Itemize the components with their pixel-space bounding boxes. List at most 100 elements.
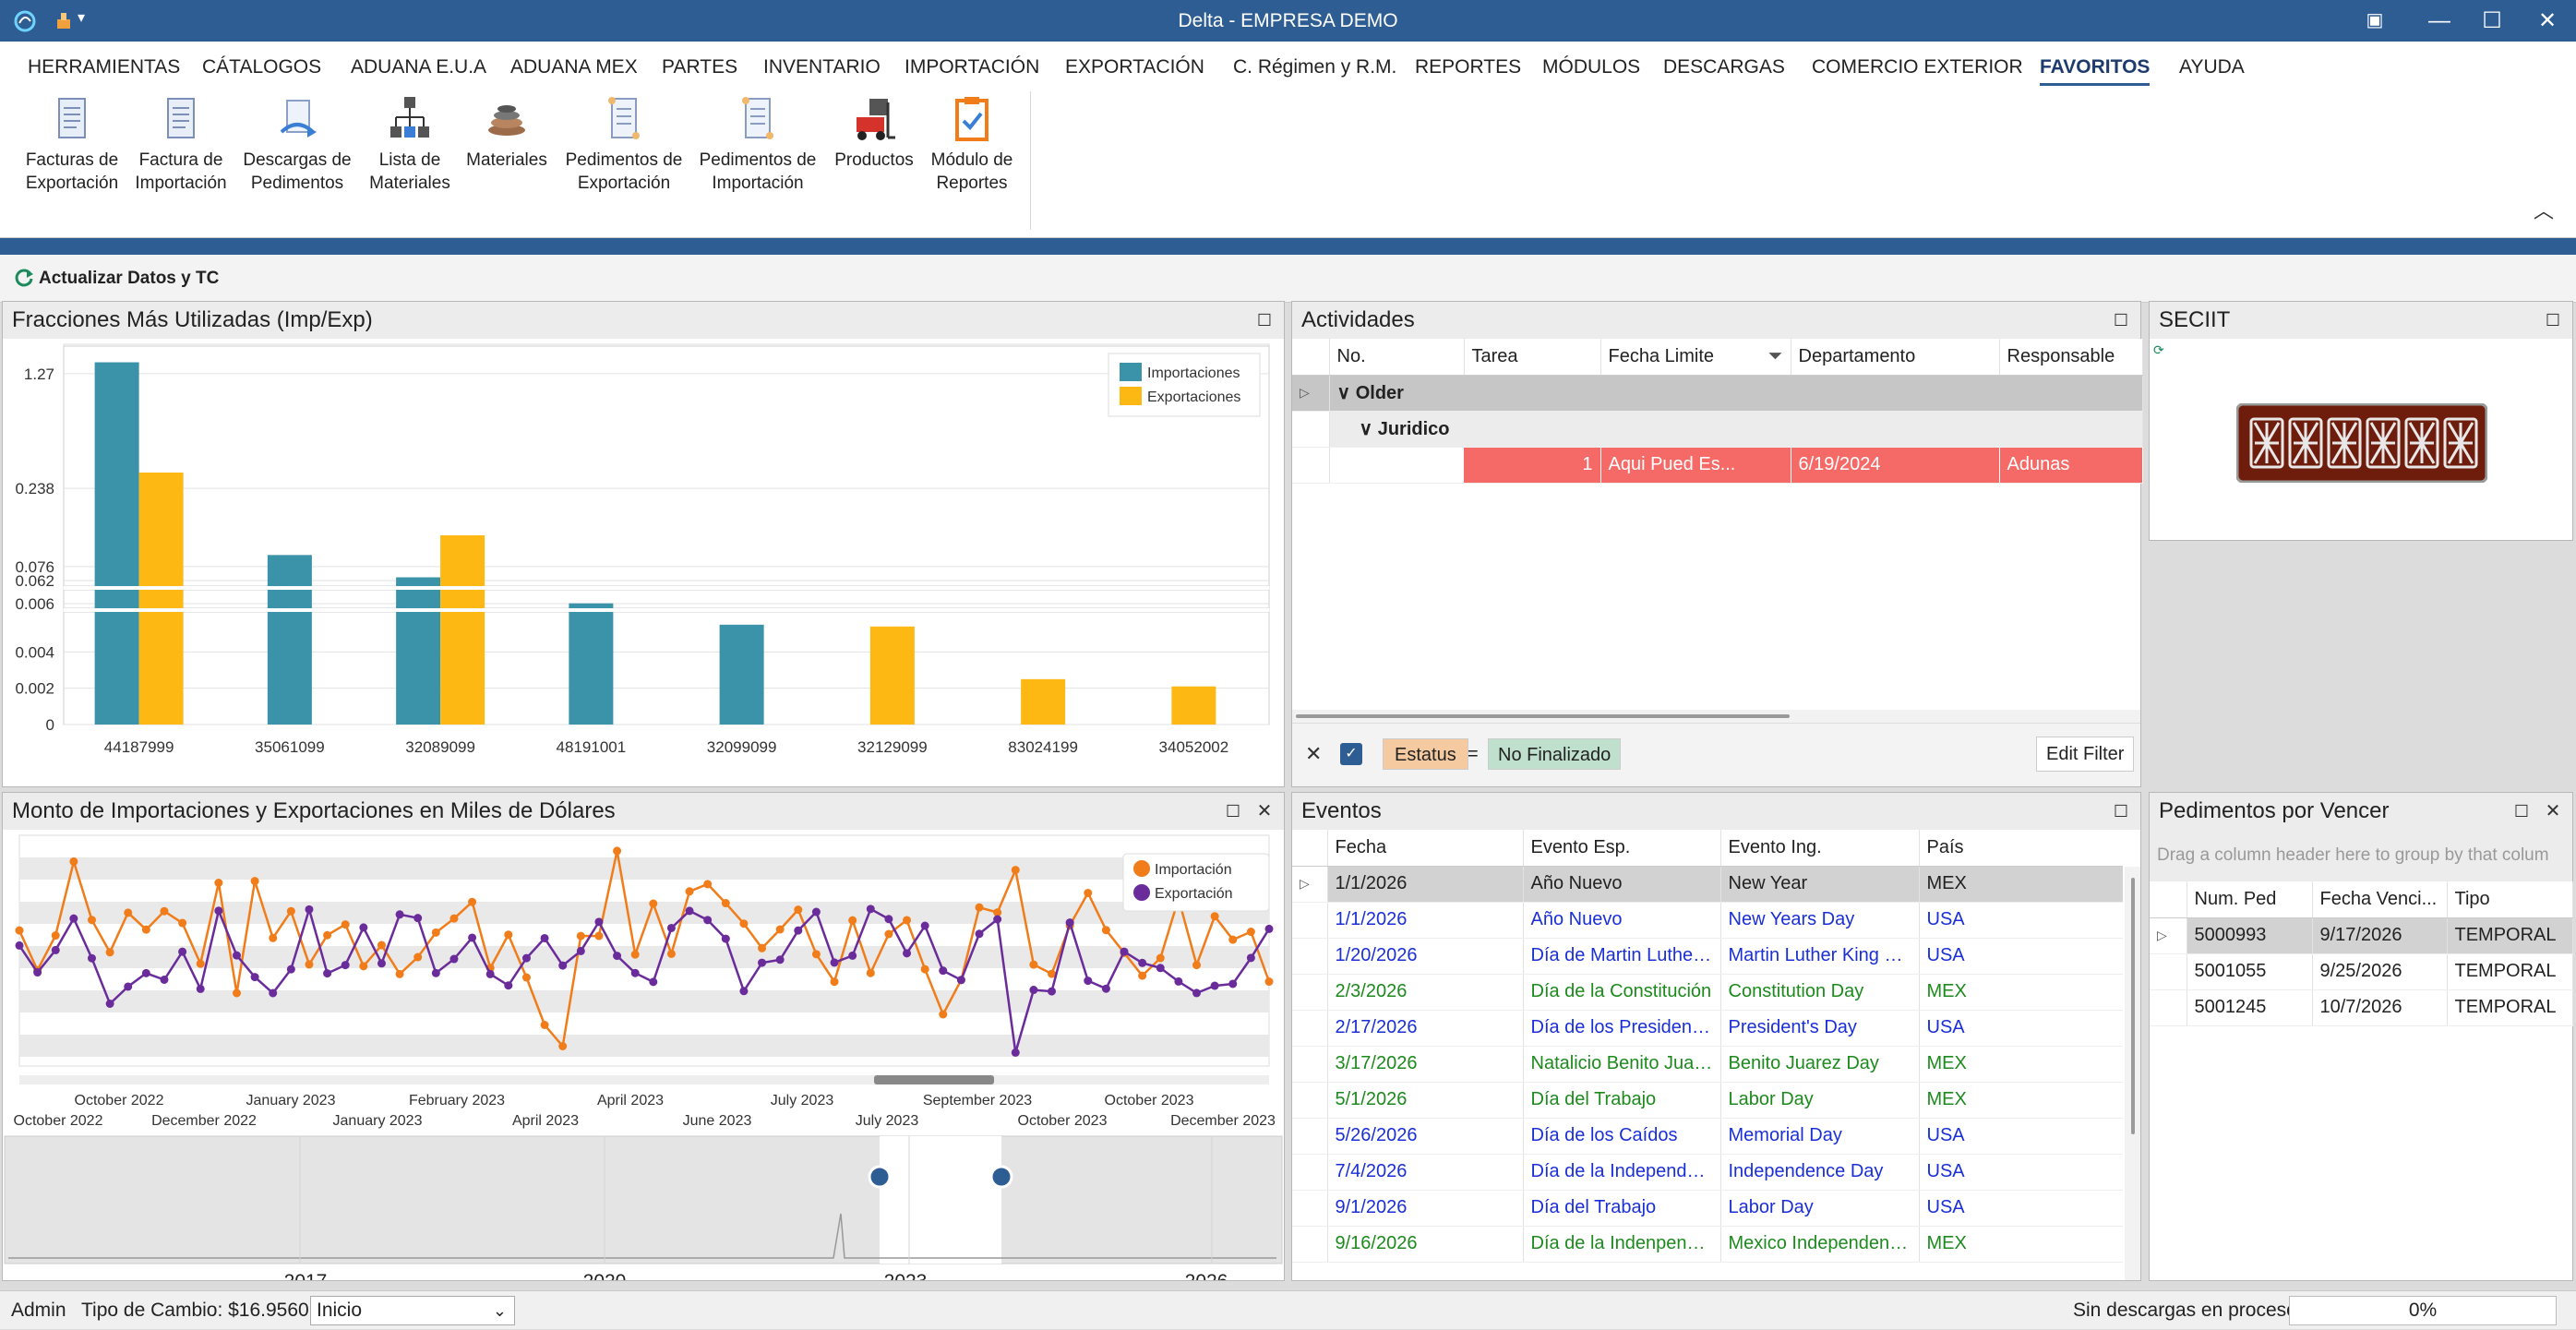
menu-ayuda[interactable]: AYUDA	[2179, 42, 2245, 86]
maximize-panel-icon[interactable]: ☐	[1219, 793, 1247, 830]
table-row[interactable]: 1/1/2026 Año Nuevo New Years Day USA	[1292, 902, 2123, 939]
edit-filter-button[interactable]: Edit Filter	[2036, 737, 2135, 772]
vertical-scrollbar[interactable]	[2125, 867, 2140, 1280]
table-row[interactable]: 5/26/2026 Día de los Caídos Memorial Day US…	[1292, 1118, 2123, 1155]
menu-importacion[interactable]: IMPORTACIÓN	[905, 42, 1039, 86]
menu-herramientas[interactable]: HERRAMIENTAS	[28, 42, 180, 86]
menu-inventario[interactable]: INVENTARIO	[763, 42, 881, 86]
table-row[interactable]: ▷ 5000993 9/17/2026 TEMPORAL	[2150, 917, 2573, 954]
ribbon-lista-materiales[interactable]: Lista de Materiales	[354, 95, 465, 195]
ribbon-descargas-pedimentos[interactable]: Descargas de Pedimentos	[236, 95, 358, 195]
table-row[interactable]: 9/1/2026 Día del Trabajo Labor Day USA	[1292, 1190, 2123, 1227]
table-row[interactable]: 3/17/2026 Natalicio Benito Juarez Benito J…	[1292, 1046, 2123, 1083]
data-point-importacion	[540, 1021, 549, 1029]
data-point-importacion	[141, 925, 150, 934]
col-fecha-limite[interactable]: Fecha Limite ⏷	[1600, 339, 1791, 376]
ribbon-pedimentos-importacion[interactable]: Pedimentos de Importación	[693, 95, 822, 195]
table-row[interactable]: 9/16/2026 Día de la Indenpende... Mexico I…	[1292, 1226, 2123, 1263]
col-tarea[interactable]: Tarea	[1464, 339, 1601, 376]
col-evento-ing[interactable]: Evento Ing.	[1720, 830, 1920, 867]
col-departamento[interactable]: Departamento	[1791, 339, 2000, 376]
group-row-older[interactable]: ∨ Older	[1329, 375, 2143, 412]
ribbon-productos[interactable]: Productos	[828, 95, 920, 172]
data-point-importacion	[15, 926, 24, 935]
seciit-refresh-icon[interactable]: ⟳	[2153, 342, 2174, 361]
maximize-panel-icon[interactable]: ☐	[2508, 793, 2535, 830]
menu-aduana-mex[interactable]: ADUANA MEX	[510, 42, 638, 86]
close-panel-icon[interactable]: ✕	[1251, 793, 1278, 830]
collapse-icon[interactable]: ∨	[1360, 419, 1373, 439]
menu-catalogos[interactable]: CÁTALOGOS	[202, 42, 321, 86]
maximize-panel-icon[interactable]: ☐	[1251, 302, 1278, 339]
menu-exportacion[interactable]: EXPORTACIÓN	[1065, 42, 1204, 86]
ribbon-materiales[interactable]: Materiales	[461, 95, 553, 172]
scroll-icon	[742, 97, 773, 139]
maximize-panel-icon[interactable]: ☐	[2107, 302, 2135, 339]
menu-favoritos[interactable]: FAVORITOS	[2040, 42, 2151, 86]
filter-icon[interactable]: ⏷	[1768, 346, 1783, 367]
maximize-panel-icon[interactable]: ☐	[2107, 793, 2135, 830]
col-tipo[interactable]: Tipo	[2447, 881, 2573, 918]
collapse-icon[interactable]: ∨	[1337, 383, 1351, 403]
row-indicator-icon: ▷	[1292, 866, 1328, 903]
table-row[interactable]: 2/17/2026 Día de los Presidentes President…	[1292, 1010, 2123, 1047]
quick-access-dropdown-icon[interactable]: ▾	[78, 0, 85, 42]
refresh-button[interactable]: Actualizar Datos y TC	[13, 264, 219, 294]
col-responsable[interactable]: Responsable	[1999, 339, 2143, 376]
table-row[interactable]: 5/1/2026 Día del Trabajo Labor Day MEX	[1292, 1082, 2123, 1119]
plot-stripe	[19, 857, 1269, 880]
col-evento-esp[interactable]: Evento Esp.	[1523, 830, 1721, 867]
data-point-importacion	[69, 857, 78, 866]
seciit-display	[2236, 403, 2487, 483]
menu-comercio-exterior[interactable]: COMERCIO EXTERIOR	[1812, 42, 2023, 86]
ribbon-modulo-reportes[interactable]: Módulo de Reportes	[917, 95, 1026, 195]
horizontal-scrollbar[interactable]	[1292, 710, 2140, 723]
col-num-ped[interactable]: Num. Ped	[2187, 881, 2313, 918]
cell-evento-ing: Labor Day	[1720, 1190, 1920, 1227]
data-point-exportacion	[685, 906, 694, 916]
cell-pais: MEX	[1919, 1226, 2123, 1263]
menu-c-regimen[interactable]: C. Régimen y R.M.	[1233, 42, 1396, 86]
clear-filter-icon[interactable]: ✕	[1305, 742, 1322, 766]
y-tick-label: 1.27	[24, 365, 54, 383]
menu-modulos[interactable]: MÓDULOS	[1542, 42, 1640, 86]
x-tick-label: 48191001	[557, 738, 627, 756]
cell-pais: MEX	[1919, 1082, 2123, 1119]
col-no[interactable]: No.	[1329, 339, 1465, 376]
status-combo[interactable]: Inicio ⌄	[310, 1296, 515, 1325]
quick-access-icon[interactable]	[52, 8, 76, 32]
toolbar: Actualizar Datos y TC	[0, 255, 2576, 303]
table-row[interactable]: 7/4/2026 Día de la Independen... Independe…	[1292, 1154, 2123, 1191]
menu-aduana-eua[interactable]: ADUANA E.U.A	[351, 42, 486, 86]
close-button[interactable]: ✕	[2515, 0, 2576, 42]
maximize-panel-icon[interactable]: ☐	[2539, 302, 2567, 339]
filter-field-chip[interactable]: Estatus	[1383, 738, 1468, 770]
restore-layout-icon[interactable]: ▣	[2342, 0, 2407, 42]
window-title: Delta - EMPRESA DEMO	[1178, 10, 1398, 31]
col-pais[interactable]: País	[1919, 830, 2123, 867]
group-by-panel[interactable]: Drag a column header here to group by th…	[2150, 830, 2572, 881]
table-row[interactable]: 5001055 9/25/2026 TEMPORAL	[2150, 953, 2573, 990]
table-row[interactable]: 1/20/2026 Día de Martin Luther... Martin L…	[1292, 938, 2123, 975]
menu-reportes[interactable]: REPORTES	[1415, 42, 1521, 86]
download-icon	[280, 100, 317, 138]
ribbon-factura-importacion[interactable]: Factura de Importación	[126, 95, 236, 195]
chevron-down-icon[interactable]: ⌄	[493, 1297, 507, 1324]
ribbon-facturas-exportacion[interactable]: Facturas de Exportación	[17, 95, 127, 195]
filter-value-chip[interactable]: No Finalizado	[1488, 738, 1622, 770]
collapse-ribbon-icon[interactable]: ︿	[2534, 195, 2554, 224]
cell-evento-esp: Día del Trabajo	[1523, 1082, 1721, 1119]
table-row[interactable]: 5001245 10/7/2026 TEMPORAL	[2150, 989, 2573, 1026]
table-row[interactable]: 2/3/2026 Día de la Constitución Constituti…	[1292, 974, 2123, 1011]
filter-enabled-checkbox[interactable]: ✓	[1340, 743, 1362, 765]
data-point-exportacion	[558, 961, 568, 970]
ribbon-pedimentos-exportacion[interactable]: Pedimentos de Exportación	[559, 95, 689, 195]
menu-partes[interactable]: PARTES	[662, 42, 737, 86]
menu-descargas[interactable]: DESCARGAS	[1663, 42, 1785, 86]
col-fecha[interactable]: Fecha	[1327, 830, 1524, 867]
close-panel-icon[interactable]: ✕	[2539, 793, 2567, 830]
table-row[interactable]: 1 Aqui Pued Es... 6/19/2024 Adunas	[1292, 447, 2143, 484]
table-row[interactable]: ▷ 1/1/2026 Año Nuevo New Year MEX	[1292, 866, 2123, 903]
group-row-juridico[interactable]: ∨ Juridico	[1329, 411, 2143, 448]
col-fecha-venci[interactable]: Fecha Venci...	[2312, 881, 2448, 918]
